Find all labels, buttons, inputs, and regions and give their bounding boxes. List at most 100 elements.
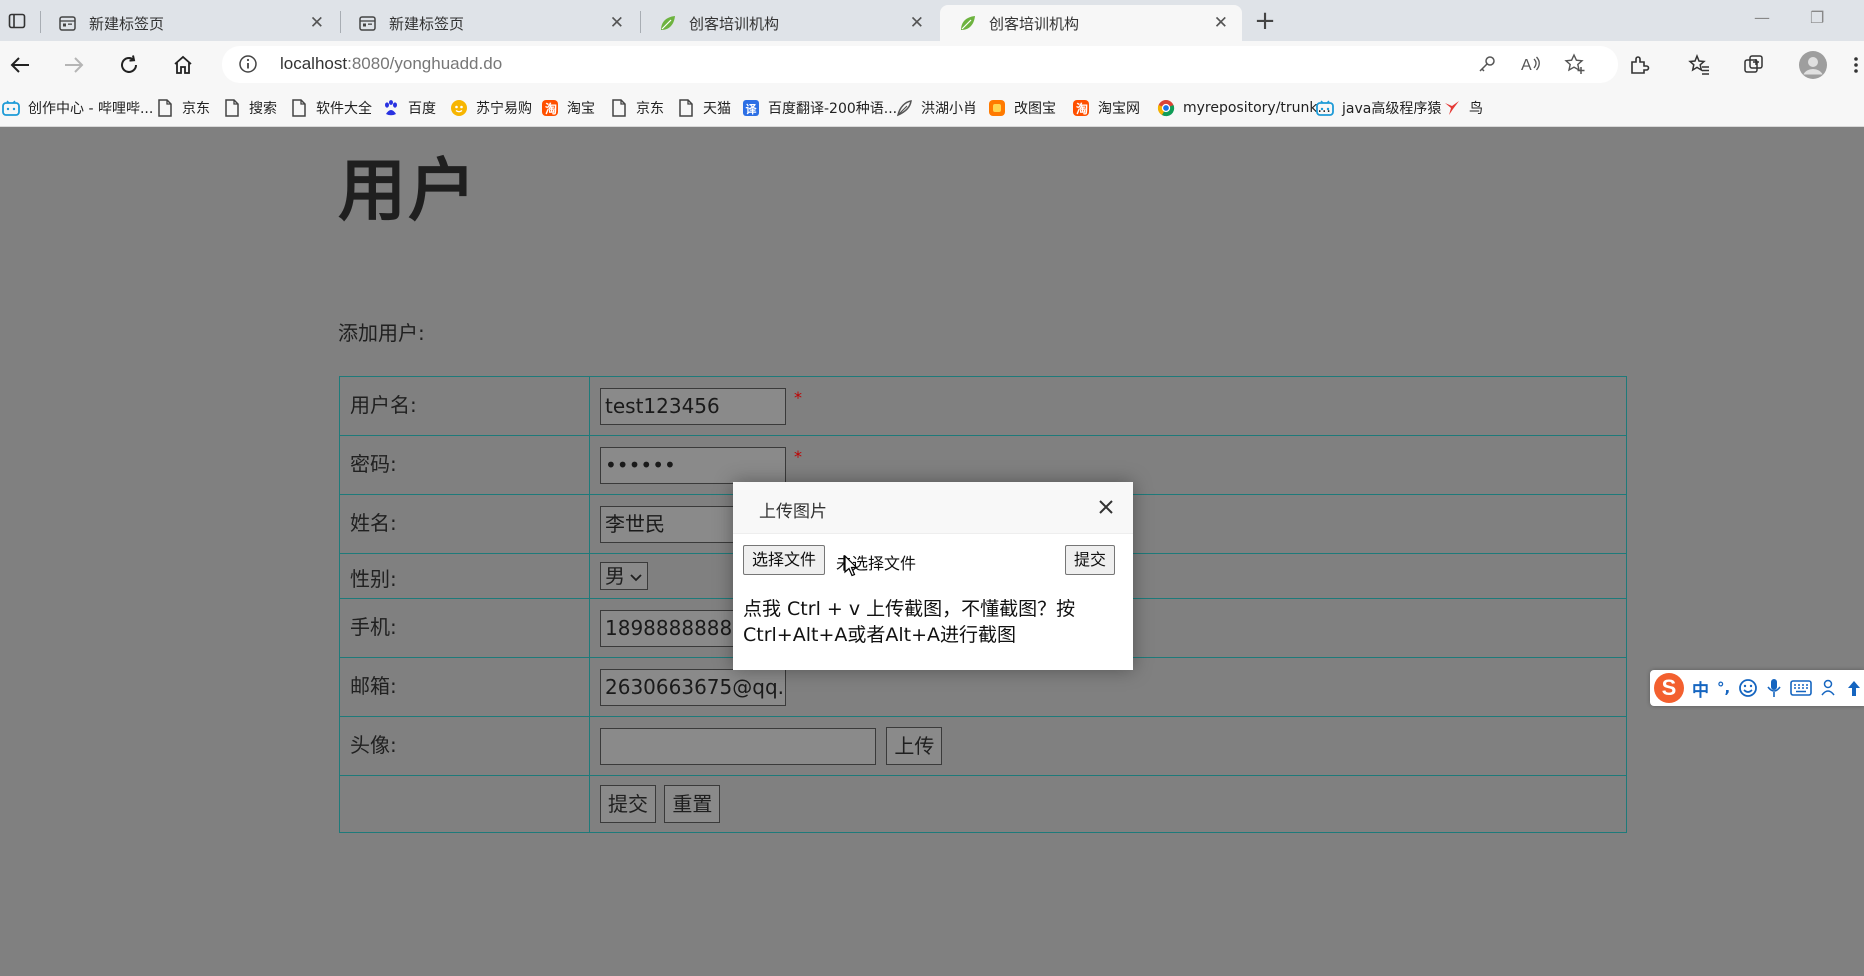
chevron-down-icon bbox=[630, 574, 642, 582]
microphone-icon[interactable] bbox=[1766, 678, 1782, 698]
bookmark-label: 京东 bbox=[636, 101, 664, 117]
password-input[interactable]: •••••• bbox=[600, 446, 786, 484]
emoji-icon[interactable] bbox=[1738, 678, 1758, 698]
upload-button[interactable]: 上传 bbox=[886, 727, 943, 765]
close-icon[interactable] bbox=[1097, 498, 1115, 516]
mouse-cursor-icon bbox=[844, 555, 858, 577]
keyboard-icon[interactable] bbox=[1790, 680, 1813, 696]
extensions-icon[interactable] bbox=[1626, 52, 1652, 78]
skin-icon[interactable] bbox=[1820, 678, 1840, 698]
svg-text:淘: 淘 bbox=[1076, 101, 1088, 116]
close-tab-icon[interactable]: ✕ bbox=[610, 13, 624, 33]
dialog-header: 上传图片 bbox=[733, 482, 1133, 534]
feather-icon bbox=[895, 99, 913, 117]
bookmarks-bar: 创作中心 - 哔哩哔... 京东 搜索 软件大全 百度 苏宁易购淘淘宝 京东 天猫译百度翻译-… bbox=[0, 88, 1864, 127]
bookmark-item[interactable]: 百度 bbox=[382, 97, 436, 119]
reload-icon bbox=[121, 55, 137, 73]
more-tools-icon[interactable] bbox=[1846, 678, 1862, 698]
username-input[interactable]: test123456 bbox=[600, 387, 786, 425]
gaitubao-icon bbox=[988, 99, 1006, 117]
bookmark-item[interactable]: java高级程序猿 bbox=[1316, 97, 1441, 119]
new-tab-button[interactable]: + bbox=[1248, 4, 1282, 38]
upload-image-dialog: 上传图片 选择文件 未选择文件 提交 点我 Ctrl + v 上传截图，不懂截图… bbox=[733, 482, 1133, 670]
new-tab-icon bbox=[58, 14, 77, 33]
back-arrow-icon bbox=[10, 57, 29, 73]
tab-new-tab-2[interactable]: 新建标签页 ✕ bbox=[340, 5, 638, 41]
field-label: 头像: bbox=[339, 716, 590, 776]
chrome-icon bbox=[1157, 99, 1175, 117]
avatar-path-input[interactable] bbox=[600, 727, 876, 765]
home-button[interactable] bbox=[167, 49, 199, 81]
reload-button[interactable] bbox=[113, 49, 145, 81]
tab-actions-button[interactable] bbox=[0, 0, 34, 41]
bookmark-item[interactable]: 京东 bbox=[156, 97, 210, 119]
bookmark-label: myrepository/trunk... bbox=[1183, 100, 1331, 116]
field-value-cell: test123456 * bbox=[589, 376, 1627, 436]
form-row-username: 用户名: test123456 * bbox=[339, 376, 1627, 436]
bookmark-item[interactable]: 天猫 bbox=[677, 97, 731, 119]
tab-chuangke-1[interactable]: 创客培训机构 ✕ bbox=[640, 5, 938, 41]
bookmark-label: 天猫 bbox=[703, 101, 731, 117]
bookmark-item[interactable]: 淘淘宝网 bbox=[1072, 97, 1140, 119]
profile-avatar[interactable] bbox=[1798, 50, 1828, 80]
baidu-translate-icon: 译 bbox=[742, 99, 760, 117]
submit-button[interactable]: 提交 bbox=[600, 785, 656, 823]
close-tab-icon[interactable]: ✕ bbox=[1214, 13, 1228, 33]
bookmark-item[interactable]: 软件大全 bbox=[290, 97, 372, 119]
read-aloud-icon[interactable]: A bbox=[1518, 51, 1544, 77]
gender-select[interactable]: 男 bbox=[600, 562, 648, 590]
close-tab-icon[interactable]: ✕ bbox=[910, 13, 924, 33]
page-icon bbox=[610, 99, 628, 117]
tab-actions-icon bbox=[8, 13, 26, 28]
tab-new-tab-1[interactable]: 新建标签页 ✕ bbox=[40, 5, 338, 41]
site-info-icon[interactable] bbox=[238, 54, 258, 74]
back-button[interactable] bbox=[4, 49, 36, 81]
bookmark-label: 淘宝网 bbox=[1098, 101, 1140, 117]
choose-file-button[interactable]: 选择文件 bbox=[743, 545, 826, 575]
url-bar[interactable]: localhost:8080/yonghuadd.do A bbox=[222, 46, 1618, 83]
sogou-logo-icon: S bbox=[1654, 673, 1684, 703]
bookmark-label: 搜索 bbox=[249, 101, 277, 117]
collections-icon[interactable] bbox=[1741, 52, 1767, 78]
bookmark-label: 淘宝 bbox=[567, 101, 595, 117]
dialog-submit-button[interactable]: 提交 bbox=[1065, 545, 1116, 575]
reset-button[interactable]: 重置 bbox=[664, 785, 721, 823]
bookmark-item[interactable]: 译百度翻译-200种语... bbox=[742, 97, 897, 119]
bookmark-item[interactable]: 搜索 bbox=[223, 97, 277, 119]
email-input[interactable]: 2630663675@qq.com bbox=[600, 668, 786, 706]
bookmark-item[interactable]: 苏宁易购 bbox=[450, 97, 532, 119]
ime-mode-label[interactable]: 中 bbox=[1692, 676, 1709, 701]
bookmark-label: 京东 bbox=[182, 101, 210, 117]
bilibili-icon bbox=[1316, 99, 1334, 117]
restore-button[interactable]: ❐ bbox=[1810, 8, 1824, 27]
more-menu-icon[interactable] bbox=[1848, 52, 1864, 78]
section-label: 添加用户: bbox=[338, 321, 425, 345]
bookmark-label: 软件大全 bbox=[316, 101, 372, 117]
key-icon[interactable] bbox=[1474, 51, 1500, 77]
baidu-paw-icon bbox=[382, 99, 400, 117]
bookmark-item[interactable]: 创作中心 - 哔哩哔... bbox=[2, 97, 153, 119]
leaf-icon bbox=[658, 14, 677, 33]
bookmark-item[interactable]: 鸟 bbox=[1443, 97, 1483, 119]
tab-title: 创客培训机构 bbox=[689, 14, 780, 33]
bookmark-item[interactable]: 京东 bbox=[610, 97, 664, 119]
forward-button[interactable] bbox=[58, 49, 90, 81]
close-tab-icon[interactable]: ✕ bbox=[310, 13, 324, 33]
forward-arrow-icon bbox=[65, 57, 84, 73]
ime-punct-label[interactable]: °, bbox=[1717, 679, 1730, 697]
paste-hint-text[interactable]: 点我 Ctrl + v 上传截图，不懂截图？按 Ctrl+Alt+A或者Alt+… bbox=[743, 596, 1123, 648]
suning-icon bbox=[450, 99, 468, 117]
add-favorite-icon[interactable] bbox=[1562, 51, 1588, 77]
ime-toolbar[interactable]: S 中 °, bbox=[1650, 670, 1864, 706]
favorites-icon[interactable] bbox=[1686, 52, 1712, 78]
bookmark-item[interactable]: 改图宝 bbox=[988, 97, 1056, 119]
bookmark-item[interactable]: myrepository/trunk... bbox=[1157, 97, 1331, 119]
required-mark: * bbox=[794, 387, 802, 407]
minimize-button[interactable]: — bbox=[1754, 8, 1770, 27]
bookmark-label: 鸟 bbox=[1469, 101, 1483, 117]
page-icon bbox=[677, 99, 695, 117]
bookmark-item[interactable]: 洪湖小肖 bbox=[895, 97, 977, 119]
svg-text:淘: 淘 bbox=[545, 101, 557, 116]
tab-chuangke-2[interactable]: 创客培训机构 ✕ bbox=[940, 5, 1242, 41]
bookmark-item[interactable]: 淘淘宝 bbox=[541, 97, 595, 119]
